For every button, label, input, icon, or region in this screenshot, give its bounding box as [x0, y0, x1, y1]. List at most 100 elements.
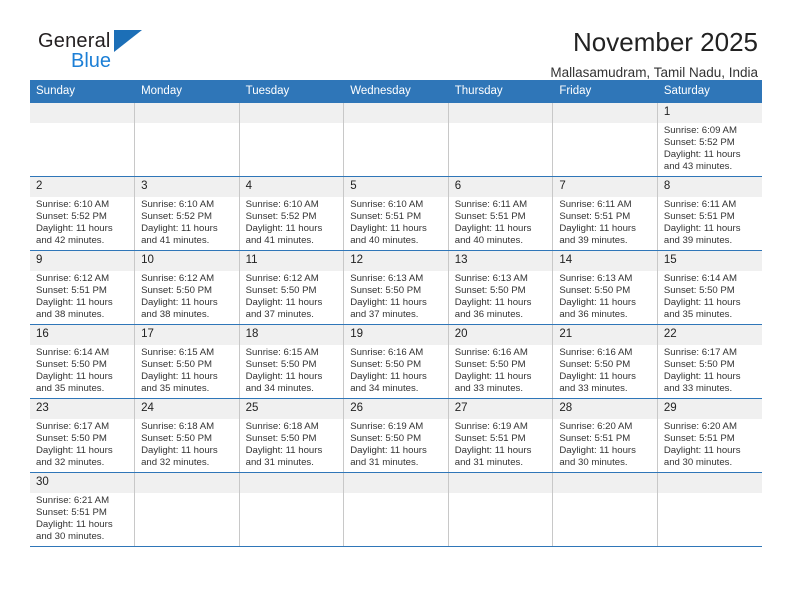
calendar-cell-empty[interactable] — [657, 472, 762, 547]
sunrise-time: Sunrise: 6:16 AM — [454, 347, 528, 358]
calendar-cell-day-4[interactable]: 4 Sunrise: 6:10 AM Sunset: 5:52 PM Daylight… — [239, 176, 345, 251]
calendar-cell-day-20[interactable]: 20 Sunrise: 6:16 AM Sunset: 5:50 PM Dayligh… — [448, 324, 554, 399]
calendar-cell-empty[interactable] — [448, 472, 554, 547]
day-details: Sunrise: 6:15 AM Sunset: 5:50 PM Daylight:… — [135, 345, 239, 395]
calendar-cell-empty[interactable] — [448, 103, 554, 177]
calendar-cell-day-21[interactable]: 21 Sunrise: 6:16 AM Sunset: 5:50 PM Dayligh… — [552, 324, 658, 399]
calendar-cell-empty[interactable] — [239, 103, 345, 177]
calendar-cell-empty[interactable] — [239, 472, 345, 547]
day-number: 14 — [553, 251, 657, 271]
daylight-duration-line2: and 42 minutes. — [36, 235, 105, 247]
calendar-cell-day-15[interactable]: 15 Sunrise: 6:14 AM Sunset: 5:50 PM Dayligh… — [657, 250, 762, 325]
calendar-cell-day-25[interactable]: 25 Sunrise: 6:18 AM Sunset: 5:50 PM Dayligh… — [239, 398, 345, 473]
calendar-cell-empty[interactable] — [343, 103, 449, 177]
calendar-cell-day-30[interactable]: 30 Sunrise: 6:21 AM Sunset: 5:51 PM Dayligh… — [30, 472, 136, 547]
sunset-time: Sunset: 5:50 PM — [141, 285, 212, 297]
calendar-cell-day-7[interactable]: 7 Sunrise: 6:11 AM Sunset: 5:51 PM Daylight… — [552, 176, 658, 251]
daylight-duration-line2: and 38 minutes. — [36, 309, 105, 321]
calendar-cell-day-28[interactable]: 28 Sunrise: 6:20 AM Sunset: 5:51 PM Dayligh… — [552, 398, 658, 473]
calendar-cell-day-6[interactable]: 6 Sunrise: 6:11 AM Sunset: 5:51 PM Daylight… — [448, 176, 554, 251]
sunset-time: Sunset: 5:50 PM — [454, 285, 526, 297]
calendar-cell-day-17[interactable]: 17 Sunrise: 6:15 AM Sunset: 5:50 PM Dayligh… — [134, 324, 240, 399]
daylight-duration-line2: and 32 minutes. — [141, 457, 210, 469]
daylight-duration-line2: and 41 minutes. — [141, 235, 210, 247]
day-details: Sunrise: 6:17 AM Sunset: 5:50 PM Daylight:… — [30, 419, 134, 469]
sunset-time: Sunset: 5:52 PM — [663, 137, 735, 149]
calendar-cell-day-23[interactable]: 23 Sunrise: 6:17 AM Sunset: 5:50 PM Dayligh… — [30, 398, 136, 473]
weekday-header-thursday: Thursday — [448, 80, 554, 103]
day-number: 4 — [239, 177, 344, 197]
daylight-duration-line1: Daylight: 11 hours — [36, 223, 113, 235]
calendar-cell-day-9[interactable]: 9 Sunrise: 6:12 AM Sunset: 5:51 PM Daylight… — [30, 250, 136, 325]
calendar-cell-day-13[interactable]: 13 Sunrise: 6:13 AM Sunset: 5:50 PM Dayligh… — [448, 250, 554, 325]
calendar-cell-empty[interactable] — [134, 472, 240, 547]
calendar-cell-day-1[interactable]: 1 Sunrise: 6:09 AM Sunset: 5:52 PM Daylight… — [657, 103, 762, 177]
calendar-cell-day-11[interactable]: 11 Sunrise: 6:12 AM Sunset: 5:50 PM Dayligh… — [239, 250, 345, 325]
day-number: 20 — [448, 325, 553, 345]
general-blue-logo[interactable]: General Blue — [38, 28, 158, 80]
day-number — [344, 103, 448, 123]
calendar-cell-day-26[interactable]: 26 Sunrise: 6:19 AM Sunset: 5:50 PM Dayligh… — [343, 398, 449, 473]
daylight-duration-line1: Daylight: 11 hours — [454, 297, 532, 309]
day-details: Sunrise: 6:18 AM Sunset: 5:50 PM Daylight:… — [240, 419, 344, 469]
calendar-cell-day-24[interactable]: 24 Sunrise: 6:18 AM Sunset: 5:50 PM Dayligh… — [134, 398, 240, 473]
sunset-time: Sunset: 5:51 PM — [36, 507, 107, 519]
day-details: Sunrise: 6:18 AM Sunset: 5:50 PM Daylight:… — [135, 419, 239, 469]
calendar-cell-day-22[interactable]: 22 Sunrise: 6:17 AM Sunset: 5:50 PM Dayligh… — [657, 324, 762, 399]
sunset-time: Sunset: 5:50 PM — [36, 359, 107, 371]
day-number: 21 — [553, 325, 657, 345]
day-number: 10 — [135, 251, 239, 271]
calendar-cell-empty[interactable] — [552, 472, 658, 547]
calendar-cell-day-29[interactable]: 29 Sunrise: 6:20 AM Sunset: 5:51 PM Dayligh… — [657, 398, 762, 473]
calendar-cell-empty[interactable] — [30, 103, 136, 177]
daylight-duration-line1: Daylight: 11 hours — [559, 371, 636, 383]
day-number — [553, 103, 657, 123]
calendar-cell-day-10[interactable]: 10 Sunrise: 6:12 AM Sunset: 5:50 PM Dayligh… — [134, 250, 240, 325]
day-number — [239, 103, 344, 123]
day-details: Sunrise: 6:20 AM Sunset: 5:51 PM Daylight:… — [658, 419, 762, 469]
day-number — [448, 473, 553, 493]
calendar-cell-day-3[interactable]: 3 Sunrise: 6:10 AM Sunset: 5:52 PM Daylight… — [134, 176, 240, 251]
calendar-cell-day-2[interactable]: 2 Sunrise: 6:10 AM Sunset: 5:52 PM Daylight… — [30, 176, 136, 251]
daylight-duration-line1: Daylight: 11 hours — [454, 223, 532, 235]
sunset-time: Sunset: 5:50 PM — [141, 359, 212, 371]
day-number: 25 — [239, 399, 344, 419]
calendar-cell-day-8[interactable]: 8 Sunrise: 6:11 AM Sunset: 5:51 PM Daylight… — [657, 176, 762, 251]
calendar-cell-day-16[interactable]: 16 Sunrise: 6:14 AM Sunset: 5:50 PM Dayligh… — [30, 324, 136, 399]
calendar-cell-day-14[interactable]: 14 Sunrise: 6:13 AM Sunset: 5:50 PM Dayligh… — [552, 250, 658, 325]
sunrise-time: Sunrise: 6:18 AM — [141, 421, 215, 432]
calendar-cell-empty[interactable] — [552, 103, 658, 177]
calendar-cell-empty[interactable] — [343, 472, 449, 547]
calendar-cell-day-12[interactable]: 12 Sunrise: 6:13 AM Sunset: 5:50 PM Dayligh… — [343, 250, 449, 325]
daylight-duration-line1: Daylight: 11 hours — [454, 371, 532, 383]
sunset-time: Sunset: 5:50 PM — [559, 285, 631, 297]
daylight-duration-line1: Daylight: 11 hours — [559, 223, 636, 235]
sunset-time: Sunset: 5:50 PM — [350, 433, 422, 445]
daylight-duration-line2: and 33 minutes. — [454, 383, 524, 395]
calendar-cell-day-5[interactable]: 5 Sunrise: 6:10 AM Sunset: 5:51 PM Daylight… — [343, 176, 449, 251]
day-details: Sunrise: 6:19 AM Sunset: 5:51 PM Daylight:… — [449, 419, 553, 469]
calendar-week-row: 16 Sunrise: 6:14 AM Sunset: 5:50 PM Dayligh… — [30, 324, 762, 399]
sunrise-time: Sunrise: 6:19 AM — [454, 421, 528, 432]
weekday-header-row: Sunday Monday Tuesday Wednesday Thursday… — [30, 80, 762, 103]
sunrise-time: Sunrise: 6:15 AM — [245, 347, 319, 358]
daylight-duration-line1: Daylight: 11 hours — [454, 445, 532, 457]
calendar-cell-day-18[interactable]: 18 Sunrise: 6:15 AM Sunset: 5:50 PM Dayligh… — [239, 324, 345, 399]
sunrise-time: Sunrise: 6:10 AM — [36, 199, 110, 210]
calendar-cell-empty[interactable] — [134, 103, 240, 177]
sunset-time: Sunset: 5:51 PM — [36, 285, 107, 297]
sunrise-time: Sunrise: 6:19 AM — [350, 421, 424, 432]
day-details: Sunrise: 6:13 AM Sunset: 5:50 PM Daylight:… — [553, 271, 657, 321]
day-details: Sunrise: 6:10 AM Sunset: 5:52 PM Daylight:… — [30, 197, 134, 247]
calendar-cell-day-19[interactable]: 19 Sunrise: 6:16 AM Sunset: 5:50 PM Dayligh… — [343, 324, 449, 399]
sunset-time: Sunset: 5:50 PM — [663, 285, 735, 297]
calendar-cell-day-27[interactable]: 27 Sunrise: 6:19 AM Sunset: 5:51 PM Dayligh… — [448, 398, 554, 473]
page-title: November 2025 — [573, 27, 758, 57]
day-number — [344, 473, 448, 493]
day-number: 28 — [553, 399, 657, 419]
day-details: Sunrise: 6:21 AM Sunset: 5:51 PM Daylight:… — [30, 493, 134, 543]
day-details: Sunrise: 6:14 AM Sunset: 5:50 PM Daylight:… — [30, 345, 134, 395]
location-subtitle: Mallasamudram, Tamil Nadu, India — [550, 64, 758, 80]
day-details: Sunrise: 6:09 AM Sunset: 5:52 PM Daylight:… — [658, 123, 762, 173]
sunset-time: Sunset: 5:52 PM — [36, 211, 107, 223]
